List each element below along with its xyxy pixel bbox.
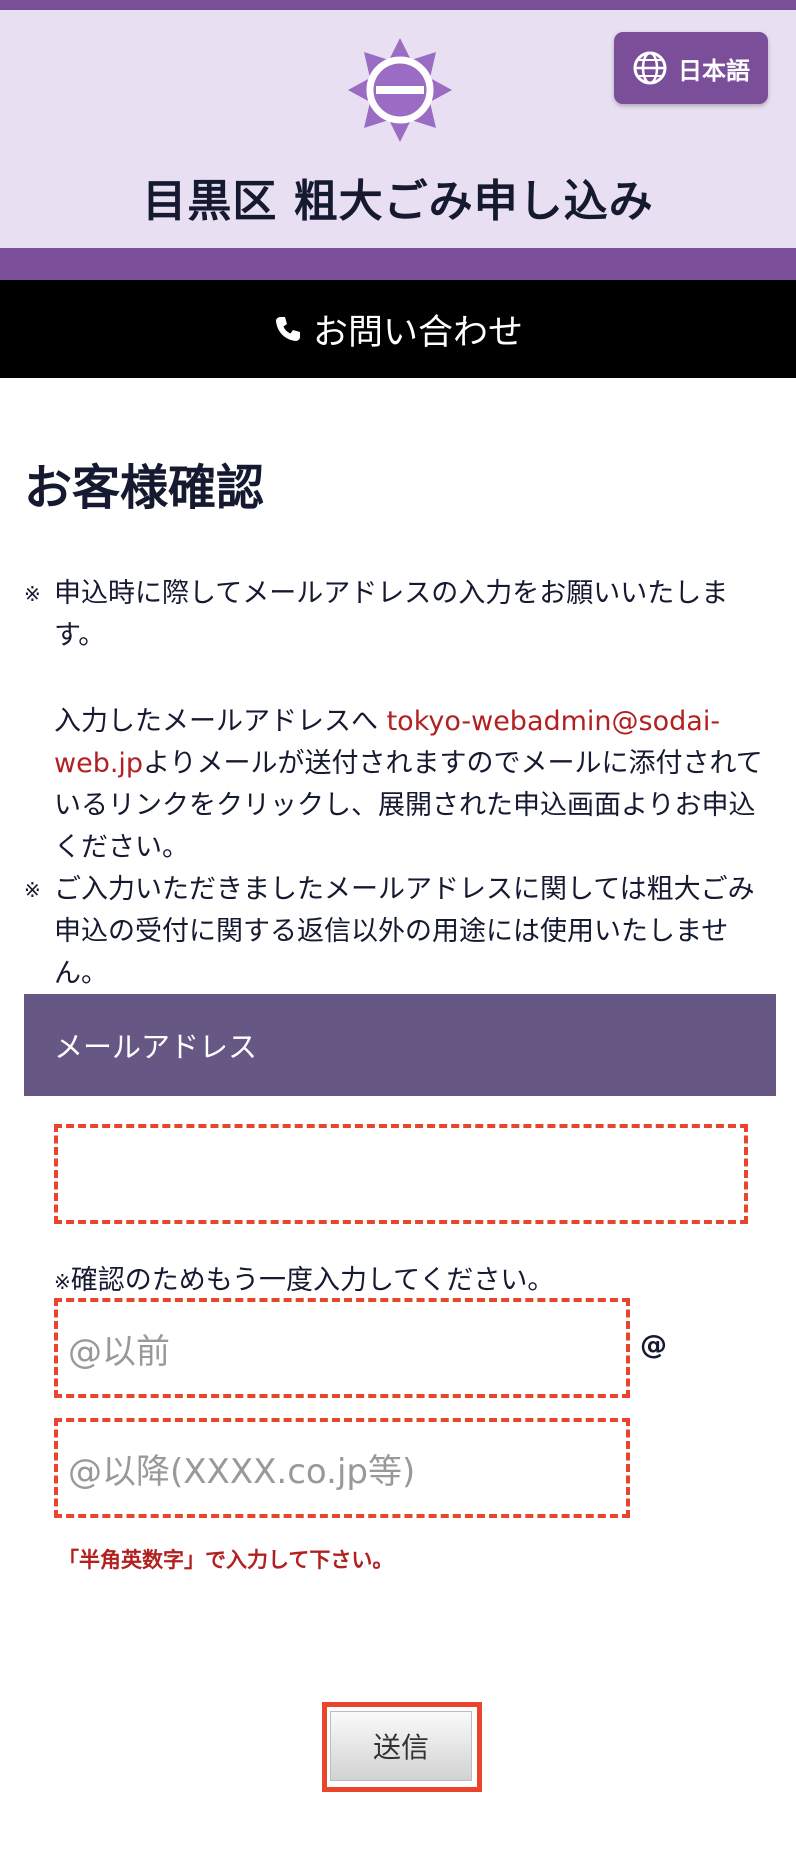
notice-mark: ※ <box>24 582 41 606</box>
confirm-note-mark: ※ <box>54 1270 71 1294</box>
language-button[interactable]: 日本語 <box>614 32 768 104</box>
submit-button[interactable]: 送信 <box>330 1711 472 1781</box>
contact-link[interactable]: お問い合わせ <box>0 280 796 378</box>
notice-text: ご入力いただきましたメールアドレスに関しては粗大ごみ申込の受付に関する返信以外の… <box>54 874 755 989</box>
header-top-stripe <box>0 0 796 10</box>
globe-icon <box>633 51 667 85</box>
notice-privacy: ※ ご入力いただきましたメールアドレスに関しては粗大ごみ申込の受付に関する返信以… <box>24 869 774 995</box>
phone-icon <box>275 317 300 341</box>
notice-email-request: ※ 申込時に際してメールアドレスの入力をお願いいたします。 <box>24 573 774 657</box>
confirm-email-local-input[interactable]: @以前 <box>54 1298 630 1398</box>
notice-text: 申込時に際してメールアドレスの入力をお願いいたします。 <box>54 578 729 651</box>
email-input[interactable] <box>54 1124 748 1224</box>
confirm-note: ※確認のためもう一度入力してください。 <box>54 1258 554 1297</box>
site-title: 目黒区 粗大ごみ申し込み <box>142 176 654 227</box>
notice-mark: ※ <box>24 878 41 902</box>
header-bottom-stripe <box>0 248 796 280</box>
notice-text-suffix: よりメールが送付されますのでメールに添付されているリンクをクリックし、展開された… <box>54 748 763 863</box>
notice-email-sender: 入力したメールアドレスへ tokyo-webadmin@sodai-web.jp… <box>54 701 774 869</box>
meguro-emblem-icon <box>348 38 452 142</box>
confirm-email-domain-input[interactable]: @以降(XXXX.co.jp等) <box>54 1418 630 1518</box>
input-hint: 「半角英数字」で入力して下さい。 <box>58 1548 394 1572</box>
email-section-header: メールアドレス <box>24 994 776 1096</box>
page-title: お客様確認 <box>24 460 265 516</box>
confirm-note-text: 確認のためもう一度入力してください。 <box>70 1265 555 1296</box>
language-label: 日本語 <box>678 56 750 85</box>
at-sign: @ <box>640 1330 667 1361</box>
contact-label: お問い合わせ <box>312 312 523 353</box>
notice-text-prefix: 入力したメールアドレスへ <box>54 706 387 737</box>
